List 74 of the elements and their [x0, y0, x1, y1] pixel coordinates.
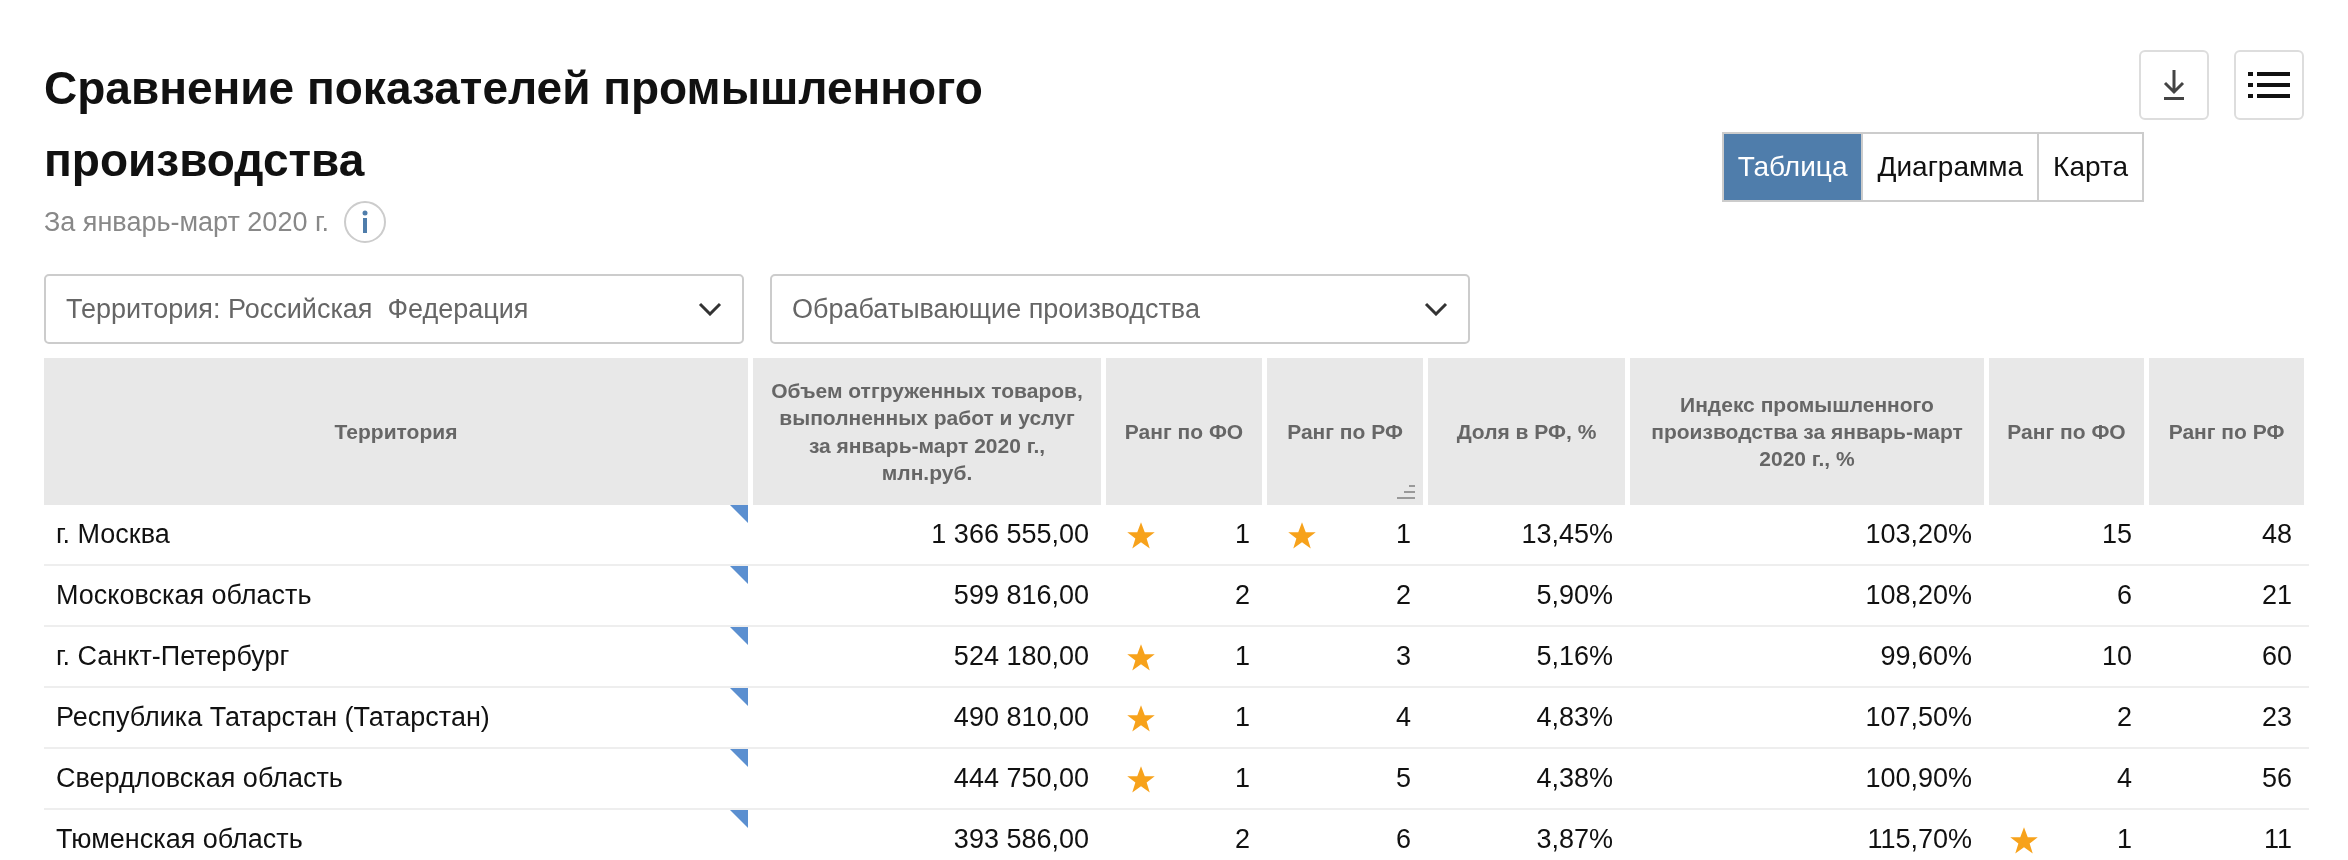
table-cell: 23 [2149, 688, 2309, 749]
table-cell: 5 [1267, 749, 1428, 810]
table-cell: 56 [2149, 749, 2309, 810]
table-cell: 48 [2149, 505, 2309, 566]
table-cell: 6 [1989, 566, 2149, 627]
period-subtitle: За январь-март 2020 г. [44, 206, 329, 238]
table-cell: 524 180,00 [753, 627, 1106, 688]
table-cell: 100,90% [1630, 749, 1989, 810]
corner-marker-icon [730, 627, 748, 645]
download-button[interactable] [2139, 50, 2209, 120]
table-cell: Тюменская область [44, 810, 753, 860]
chevron-down-icon [698, 302, 722, 316]
table-cell: г. Санкт-Петербург [44, 627, 753, 688]
table-cell: 1 [1106, 627, 1267, 688]
table-cell: 1 [1989, 810, 2149, 860]
page-title: Сравнение показателей промышленного производства [44, 61, 984, 188]
column-header[interactable]: Объем отгруженных товаров, выполненных работ и услуг за январь-март 2020 г., млн.руб. [753, 358, 1101, 505]
table-cell: 4 [1989, 749, 2149, 810]
table-cell: 444 750,00 [753, 749, 1106, 810]
table-cell: 2 [1106, 810, 1267, 860]
column-header[interactable]: Ранг по РФ [2149, 358, 2304, 505]
corner-marker-icon [730, 566, 748, 584]
table-cell: 3,87% [1428, 810, 1630, 860]
table-cell: Республика Татарстан (Татарстан) [44, 688, 753, 749]
table-cell: 3 [1267, 627, 1428, 688]
table-cell: 108,20% [1630, 566, 1989, 627]
table-cell: 15 [1989, 505, 2149, 566]
list-button[interactable] [2234, 50, 2304, 120]
table-cell: 5,90% [1428, 566, 1630, 627]
table-cell: 13,45% [1428, 505, 1630, 566]
table-cell: 21 [2149, 566, 2309, 627]
column-header[interactable]: Ранг по ФО [1106, 358, 1262, 505]
corner-marker-icon [730, 810, 748, 828]
table-cell: 103,20% [1630, 505, 1989, 566]
table-cell: Свердловская область [44, 749, 753, 810]
table-cell: 4 [1267, 688, 1428, 749]
list-icon [2248, 72, 2290, 98]
table-cell: 1 [1106, 505, 1267, 566]
table-cell: 599 816,00 [753, 566, 1106, 627]
filter-dropdown[interactable]: Территория: Российская Федерация [44, 274, 744, 344]
table-cell: 2 [1106, 566, 1267, 627]
table-cell: 1 366 555,00 [753, 505, 1106, 566]
table-cell: 107,50% [1630, 688, 1989, 749]
table-cell: 2 [1989, 688, 2149, 749]
table-cell: 10 [1989, 627, 2149, 688]
table-cell: 60 [2149, 627, 2309, 688]
filter-dropdown[interactable]: Обрабатывающие производства [770, 274, 1470, 344]
table-cell: 99,60% [1630, 627, 1989, 688]
table-cell: 1 [1106, 749, 1267, 810]
column-header[interactable]: Индекс промышленного производства за январь-март 2020 г., % [1630, 358, 1984, 505]
table-cell: 115,70% [1630, 810, 1989, 860]
table-cell: 490 810,00 [753, 688, 1106, 749]
column-header[interactable]: Территория [44, 358, 748, 505]
view-tab[interactable]: Таблица [1723, 134, 1862, 200]
table-cell: 4,38% [1428, 749, 1630, 810]
chevron-down-icon [1424, 302, 1448, 316]
column-header[interactable]: Ранг по РФ [1267, 358, 1423, 505]
table-cell: 393 586,00 [753, 810, 1106, 860]
table-cell: 5,16% [1428, 627, 1630, 688]
info-icon[interactable] [343, 200, 387, 244]
table-cell: г. Москва [44, 505, 753, 566]
corner-marker-icon [730, 505, 748, 523]
column-header[interactable]: Доля в РФ, % [1428, 358, 1625, 505]
download-icon [2161, 68, 2187, 102]
table-cell: 11 [2149, 810, 2309, 860]
table-cell: 1 [1106, 688, 1267, 749]
table-cell: Московская область [44, 566, 753, 627]
table-cell: 4,83% [1428, 688, 1630, 749]
column-header[interactable]: Ранг по ФО [1989, 358, 2144, 505]
corner-marker-icon [730, 688, 748, 706]
table-cell: 1 [1267, 505, 1428, 566]
table-cell: 6 [1267, 810, 1428, 860]
table-cell: 2 [1267, 566, 1428, 627]
corner-marker-icon [730, 749, 748, 767]
